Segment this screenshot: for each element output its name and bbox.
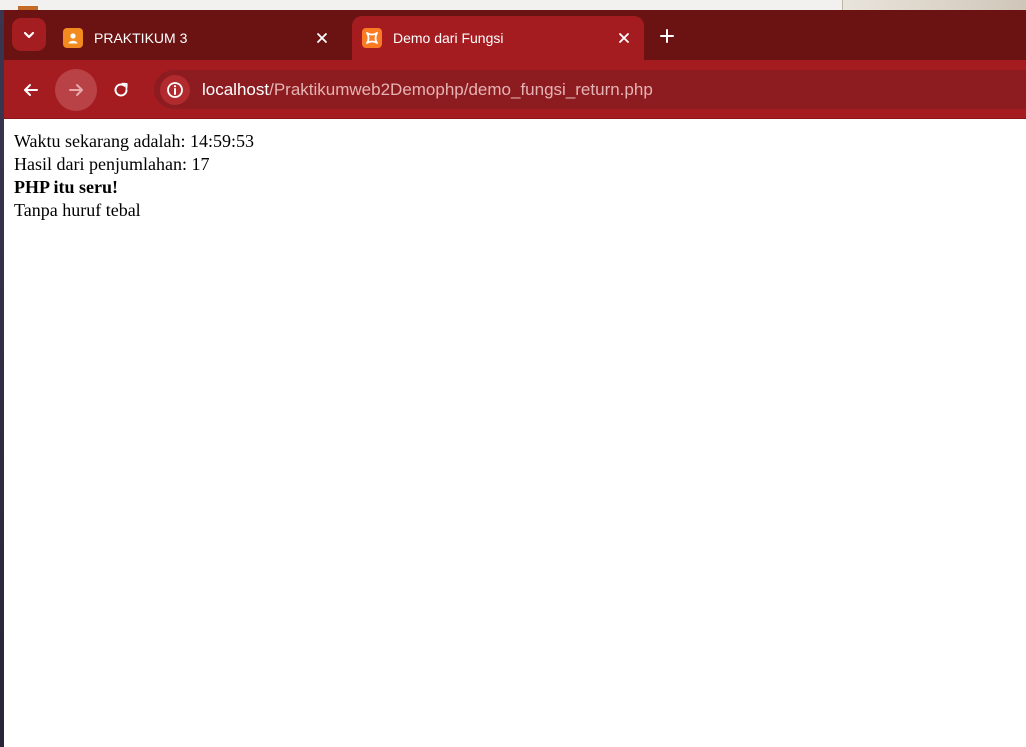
url-host: localhost	[202, 79, 270, 99]
back-button[interactable]	[10, 69, 52, 111]
info-icon	[167, 81, 183, 98]
arrow-left-icon	[24, 84, 38, 96]
bold-text-line: PHP itu seru!	[14, 177, 118, 197]
plain-text-line: Tanpa huruf tebal	[14, 200, 141, 220]
desktop-background-strip	[0, 0, 1026, 10]
page-content: Waktu sekarang adalah: 14:59:53 Hasil da…	[14, 130, 254, 222]
plus-icon	[660, 29, 674, 43]
arrow-right-icon	[69, 84, 83, 96]
new-tab-button[interactable]	[654, 23, 680, 49]
browser-window: PRAKTIKUM 3 Demo dari Fungsi localhost/P…	[4, 10, 1026, 747]
url-path: /Praktikumweb2Demophp/demo_fungsi_return…	[269, 79, 653, 99]
close-tab-button[interactable]	[310, 26, 334, 50]
close-icon	[619, 33, 629, 43]
tab-title: PRAKTIKUM 3	[94, 30, 188, 46]
close-icon	[317, 33, 327, 43]
reload-button[interactable]	[100, 69, 142, 111]
address-bar-url[interactable]: localhost/Praktikumweb2Demophp/demo_fung…	[202, 80, 653, 100]
tab-search-button[interactable]	[12, 18, 46, 51]
chevron-down-icon	[23, 31, 35, 38]
person-badge-icon	[63, 28, 83, 48]
browser-toolbar: localhost/Praktikumweb2Demophp/demo_fung…	[4, 60, 1026, 118]
tab-demo-dari-fungsi[interactable]: Demo dari Fungsi	[352, 16, 644, 60]
address-bar[interactable]: localhost/Praktikumweb2Demophp/demo_fung…	[154, 70, 1026, 109]
sum-result-line: Hasil dari penjumlahan: 17	[14, 154, 210, 174]
desktop-window-fragment-right	[842, 0, 1026, 10]
site-info-button[interactable]	[160, 74, 190, 105]
forward-button[interactable]	[55, 69, 97, 111]
tab-title: Demo dari Fungsi	[393, 30, 504, 46]
current-time-line: Waktu sekarang adalah: 14:59:53	[14, 131, 254, 151]
tab-strip: PRAKTIKUM 3 Demo dari Fungsi	[4, 10, 1026, 60]
xampp-icon	[362, 28, 382, 48]
close-tab-button[interactable]	[612, 26, 636, 50]
reload-icon	[114, 82, 128, 97]
toolbar-divider	[4, 118, 1026, 119]
tab-praktikum-3[interactable]: PRAKTIKUM 3	[52, 16, 342, 60]
